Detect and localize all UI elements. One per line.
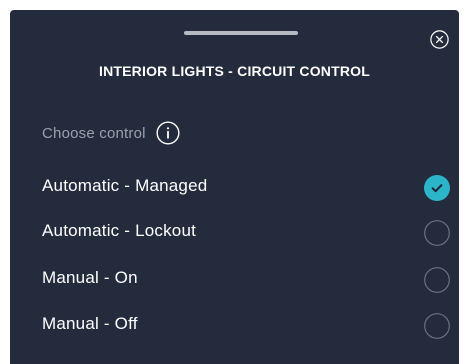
drag-handle[interactable] bbox=[184, 31, 298, 35]
option-label: Automatic - Managed bbox=[42, 176, 208, 195]
radio-circle-icon bbox=[424, 313, 450, 339]
radio-unselected[interactable] bbox=[424, 267, 450, 293]
check-icon bbox=[424, 175, 450, 201]
close-icon bbox=[430, 30, 449, 49]
radio-circle-icon bbox=[424, 220, 450, 246]
radio-unselected[interactable] bbox=[424, 313, 450, 339]
info-icon[interactable] bbox=[156, 121, 180, 145]
choose-control-label: Choose control bbox=[42, 124, 146, 142]
option-label: Manual - Off bbox=[42, 314, 138, 333]
option-automatic-lockout[interactable]: Automatic - Lockout bbox=[10, 212, 459, 252]
option-manual-on[interactable]: Manual - On bbox=[10, 259, 459, 299]
circuit-control-sheet: INTERIOR LIGHTS - CIRCUIT CONTROL Choose… bbox=[10, 10, 459, 364]
option-automatic-managed[interactable]: Automatic - Managed bbox=[10, 167, 459, 207]
radio-circle-icon bbox=[424, 267, 450, 293]
close-button[interactable] bbox=[430, 30, 449, 49]
radio-selected[interactable] bbox=[424, 175, 450, 201]
radio-unselected[interactable] bbox=[424, 220, 450, 246]
choose-control-row: Choose control bbox=[42, 120, 180, 146]
option-label: Manual - On bbox=[42, 268, 138, 287]
option-label: Automatic - Lockout bbox=[42, 221, 197, 240]
option-manual-off[interactable]: Manual - Off bbox=[10, 305, 459, 345]
dialog-title: INTERIOR LIGHTS - CIRCUIT CONTROL bbox=[98, 63, 371, 79]
